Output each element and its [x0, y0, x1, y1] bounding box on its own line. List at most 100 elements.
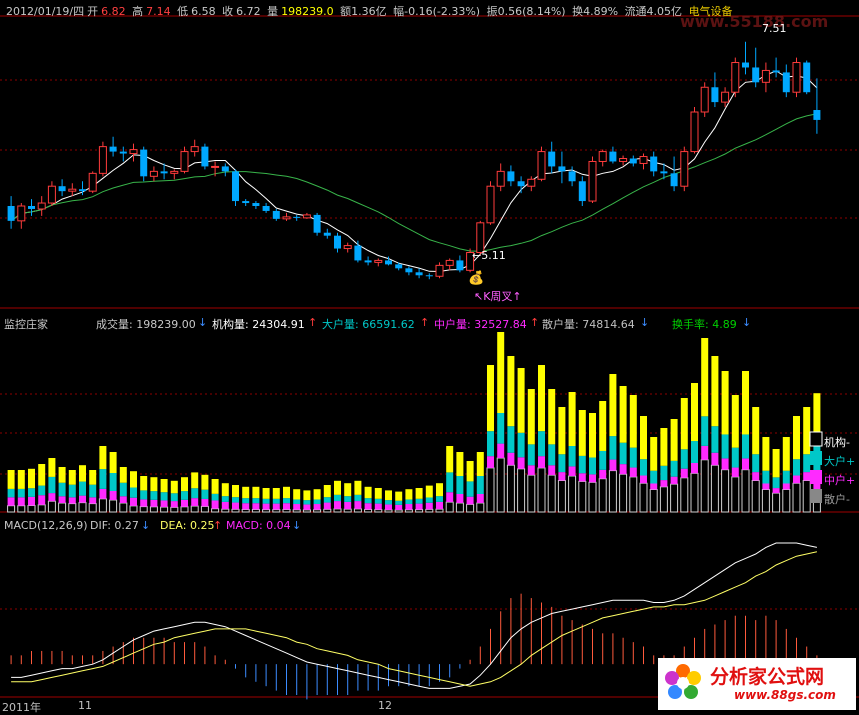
candle-body: [507, 171, 515, 182]
volume-big-segment: [527, 444, 535, 466]
arrow-down-icon: ↓: [742, 316, 752, 329]
candle-body: [517, 181, 525, 187]
volume-institution-segment: [680, 477, 689, 513]
volume-mid-segment: [272, 503, 280, 510]
macd-label: MACD: 0.04: [226, 519, 291, 532]
chart-canvas: [0, 15, 859, 700]
volume-retail-segment: [762, 437, 770, 471]
volume-institution-segment: [27, 505, 36, 513]
legend-swatch-mid-holder: [810, 470, 822, 484]
volume-mid-segment: [313, 504, 321, 510]
volume-retail-segment: [99, 446, 107, 470]
volume-mid-segment: [119, 496, 127, 503]
volume-institution-segment: [496, 457, 505, 513]
volume-big-segment: [191, 488, 199, 499]
candle-body: [711, 87, 719, 103]
volume-retail-segment: [7, 470, 15, 489]
arrow-down-icon: ↓: [292, 519, 302, 532]
volume-retail-segment: [660, 428, 668, 466]
volume-retail-segment: [38, 464, 46, 486]
open-value: 6.82: [101, 5, 126, 18]
candle-body: [119, 151, 127, 154]
brand-name: 分析家公式网: [710, 666, 825, 688]
volume-big-segment: [252, 498, 260, 504]
volume-retail-segment: [374, 488, 382, 499]
candle-body: [761, 69, 770, 83]
vol-label: 量: [267, 5, 279, 18]
x-axis-month-12: 12: [378, 699, 392, 712]
candle-body: [242, 201, 250, 204]
volume-institution-segment: [547, 474, 556, 513]
candle-body: [731, 62, 740, 93]
volume-institution-segment: [302, 509, 311, 513]
volume-mid-segment: [425, 502, 433, 510]
candle-body: [323, 232, 331, 236]
candle-body: [58, 186, 66, 192]
volume-retail-segment: [680, 398, 688, 450]
candle-body: [435, 264, 444, 277]
volume-mid-segment: [395, 504, 403, 510]
volume-retail-segment: [79, 465, 86, 482]
volume-big-segment: [721, 434, 729, 459]
volume-retail-segment: [181, 477, 188, 492]
volume-big-segment: [436, 496, 443, 502]
candle-body: [262, 206, 270, 211]
volume-mid-segment: [48, 493, 56, 502]
volume-retail-segment: [701, 338, 709, 417]
volume-retail-segment: [517, 368, 525, 433]
volume-big-segment: [160, 492, 168, 501]
volume-institution-segment: [710, 464, 719, 513]
volume-institution-segment: [435, 508, 444, 513]
volume-mid-segment: [548, 465, 556, 476]
volume-mid-segment: [711, 452, 719, 466]
volume-mid-segment: [303, 504, 311, 510]
volume-retail-segment: [670, 419, 678, 461]
volume-big-segment: [680, 449, 688, 469]
volume-institution-segment: [394, 509, 403, 513]
candle-body: [721, 91, 730, 103]
volume-mid-segment: [762, 483, 770, 490]
high-label: 高: [132, 5, 144, 18]
volume-big-segment: [782, 470, 790, 484]
brand-watermark: 分析家公式网 www.88gs.com: [658, 658, 856, 710]
volume-big-segment: [38, 485, 46, 496]
quote-header: 2012/01/19/四开 6.82 高 7.14 低 6.58 收 6.72 量 198…: [6, 3, 736, 19]
candle-body: [680, 151, 689, 187]
volume-retail-segment: [191, 472, 199, 489]
candle-body: [639, 156, 648, 164]
volume-institution-segment: [190, 505, 199, 513]
close-label: 收: [222, 5, 234, 18]
volume-mid-segment: [89, 497, 97, 504]
volume-mid-segment: [170, 501, 178, 508]
volume-institution-segment: [608, 470, 617, 513]
volume-mid-segment: [293, 504, 301, 510]
volume-big-segment: [344, 496, 352, 502]
volume-mid-segment: [242, 503, 250, 510]
high-value: 7.14: [146, 5, 171, 18]
volume-big-segment: [130, 487, 137, 498]
volume-big-segment: [640, 459, 647, 476]
candle-body: [813, 110, 821, 120]
dif-label: DIF: 0.27: [90, 519, 139, 532]
volume-retail-segment: [232, 485, 239, 498]
volume-mid-segment: [334, 501, 341, 509]
candle-body: [619, 158, 628, 162]
volume-institution-segment: [415, 509, 424, 513]
candle-body: [558, 166, 566, 172]
volume-retail-segment: [344, 483, 352, 497]
volume-big-segment: [211, 493, 219, 501]
volume-mid-segment: [456, 494, 464, 503]
volume-big-segment: [487, 431, 494, 457]
volume-big-segment: [538, 431, 545, 457]
volume-retail-segment: [415, 488, 423, 499]
volume-big-segment: [109, 473, 117, 491]
volume-big-segment: [374, 498, 382, 504]
volume-big-segment: [7, 488, 15, 498]
legend-institution: 机构-: [824, 436, 850, 449]
volume-institution-segment: [88, 503, 97, 513]
volume-big-segment: [446, 472, 454, 493]
arrow-down-icon: ↓: [141, 519, 151, 532]
volume-mid-segment: [252, 503, 260, 510]
volume-institution-segment: [578, 480, 587, 513]
volume-institution-segment: [588, 481, 597, 513]
